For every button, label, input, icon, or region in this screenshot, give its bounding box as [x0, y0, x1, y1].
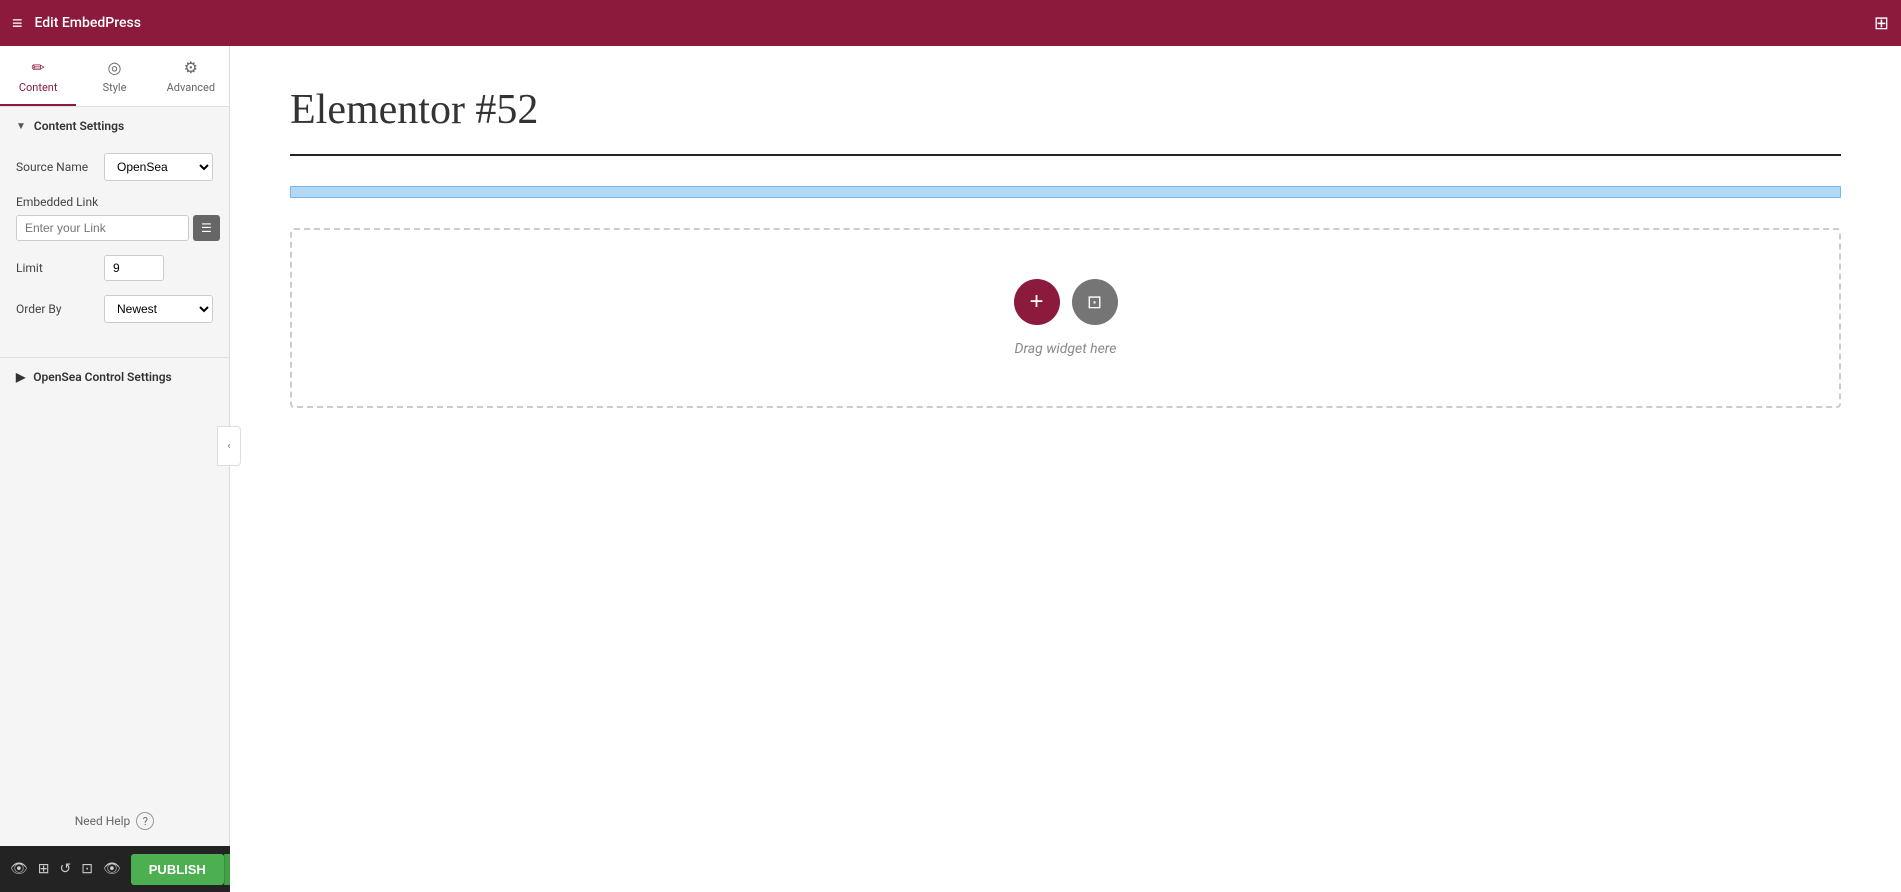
bottom-toolbar: 👁 ⊞ ↺ ⊡ 👁 PUBLISH ▾ — [0, 846, 230, 892]
widget-drop-zone: + ⊡ Drag widget here — [290, 228, 1841, 408]
embedded-link-row: Embedded Link ☰ — [16, 195, 213, 241]
layers-icon[interactable]: ⊞ — [38, 861, 50, 877]
drop-buttons: + ⊡ — [1014, 279, 1118, 325]
embedded-link-wrap: ☰ — [16, 215, 213, 241]
tab-style-label: Style — [103, 81, 127, 94]
sidebar-collapse-handle[interactable]: ‹ — [217, 426, 241, 466]
add-widget-button[interactable]: + — [1014, 279, 1060, 325]
content-settings-label: Content Settings — [34, 119, 124, 133]
tab-advanced-label: Advanced — [167, 81, 215, 94]
publish-wrap: PUBLISH ▾ — [131, 854, 243, 885]
source-name-control: OpenSea Rarible Foundation — [104, 153, 213, 181]
source-name-select[interactable]: OpenSea Rarible Foundation — [104, 153, 213, 181]
content-settings-body: Source Name OpenSea Rarible Foundation — [0, 145, 229, 353]
editor-tabs: ✏ Content ◎ Style ⚙ Advanced — [0, 46, 229, 107]
tab-content-label: Content — [19, 81, 58, 94]
embedded-link-label: Embedded Link — [16, 195, 213, 209]
sidebar-content: ▼ Content Settings Source Name OpenSea R… — [0, 107, 229, 796]
order-by-select[interactable]: Newest Oldest Popular — [104, 295, 213, 323]
opensea-settings-header[interactable]: ▶ OpenSea Control Settings — [0, 358, 229, 396]
advanced-tab-icon: ⚙ — [184, 58, 198, 77]
tab-content[interactable]: ✏ Content — [0, 46, 76, 106]
limit-row: Limit — [16, 255, 213, 281]
history-icon[interactable]: ⊡ — [81, 861, 93, 877]
help-icon: ? — [136, 812, 154, 830]
sidebar: ✏ Content ◎ Style ⚙ Advanced — [0, 46, 230, 892]
selection-bar — [290, 186, 1841, 198]
responsive-icon[interactable]: 👁 — [103, 861, 121, 877]
source-name-label: Source Name — [16, 160, 96, 174]
hamburger-menu-icon[interactable]: ≡ — [12, 13, 23, 34]
need-help-section[interactable]: Need Help ? — [0, 796, 229, 846]
publish-button[interactable]: PUBLISH — [131, 854, 224, 885]
undo-icon[interactable]: ↺ — [60, 861, 72, 877]
limit-label: Limit — [16, 261, 96, 275]
editor-title: Edit EmbedPress — [35, 15, 1862, 31]
opensea-settings-section: ▶ OpenSea Control Settings — [0, 357, 229, 396]
eye-icon[interactable]: 👁 — [10, 861, 28, 877]
link-options-button[interactable]: ☰ — [193, 215, 220, 241]
style-tab-icon: ◎ — [108, 58, 122, 77]
tab-advanced[interactable]: ⚙ Advanced — [153, 46, 229, 106]
chevron-down-icon: ▼ — [16, 121, 26, 132]
content-tab-icon: ✏ — [31, 58, 44, 77]
tab-style[interactable]: ◎ Style — [76, 46, 152, 106]
source-name-row: Source Name OpenSea Rarible Foundation — [16, 153, 213, 181]
grid-icon[interactable]: ⊞ — [1874, 13, 1889, 34]
page-divider — [290, 154, 1841, 156]
top-bar: ≡ Edit EmbedPress ⊞ — [0, 0, 1901, 46]
chevron-right-icon: ▶ — [16, 370, 25, 384]
opensea-settings-label: OpenSea Control Settings — [33, 370, 171, 384]
folder-button[interactable]: ⊡ — [1072, 279, 1118, 325]
order-by-control: Newest Oldest Popular — [104, 295, 213, 323]
canvas-area: Elementor #52 + ⊡ Drag widget here — [230, 46, 1901, 892]
order-by-label: Order By — [16, 302, 96, 316]
order-by-row: Order By Newest Oldest Popular — [16, 295, 213, 323]
content-settings-header[interactable]: ▼ Content Settings — [0, 107, 229, 145]
need-help-label: Need Help — [75, 814, 131, 828]
drag-widget-text: Drag widget here — [1015, 341, 1117, 357]
limit-input[interactable] — [104, 255, 164, 281]
page-title: Elementor #52 — [290, 86, 1841, 134]
embedded-link-input[interactable] — [16, 215, 189, 241]
